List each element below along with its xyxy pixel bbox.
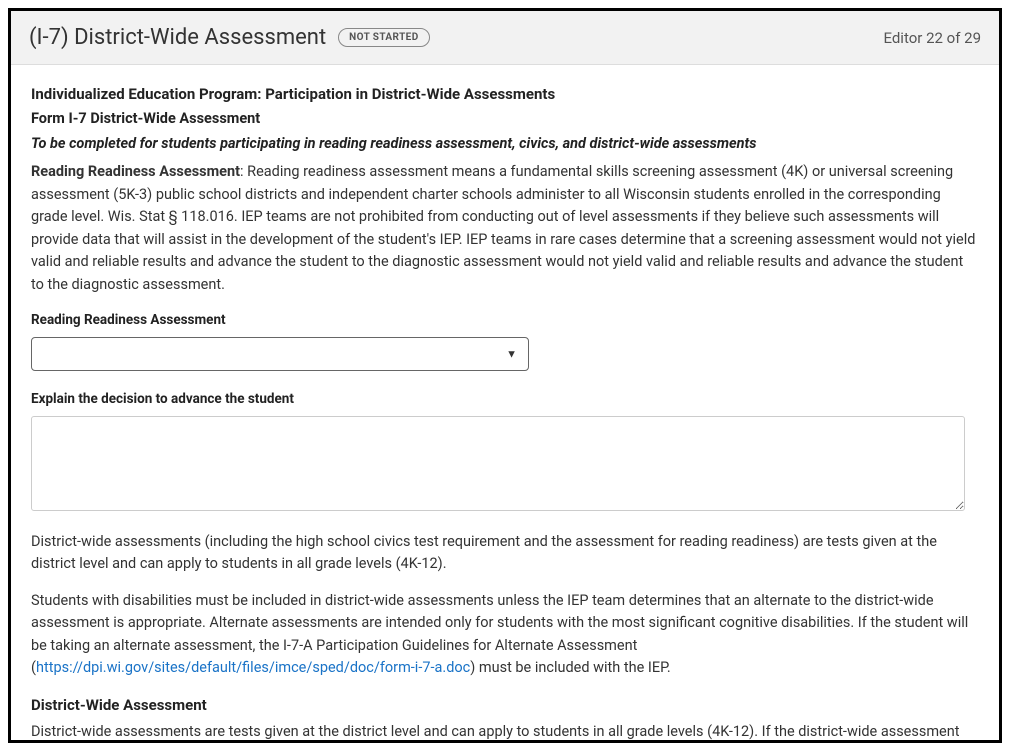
intro-note: To be completed for students participati… [31, 133, 979, 155]
page-title: (I-7) District-Wide Assessment [29, 25, 326, 50]
explain-textarea[interactable] [31, 416, 965, 511]
districtwide-p3: District-wide assessments are tests give… [31, 721, 979, 743]
editor-frame: (I-7) District-Wide Assessment NOT START… [8, 8, 1002, 743]
reading-readiness-body: : Reading readiness assessment means a f… [31, 163, 975, 292]
select-label: Reading Readiness Assessment [31, 310, 979, 331]
header-left: (I-7) District-Wide Assessment NOT START… [29, 25, 430, 50]
intro-heading-2: Form I-7 District-Wide Assessment [31, 108, 979, 130]
content-area: Individualized Education Program: Partic… [11, 65, 999, 743]
districtwide-p1: District-wide assessments (including the… [31, 531, 979, 576]
reading-readiness-select[interactable] [31, 337, 529, 371]
reading-readiness-lead: Reading Readiness Assessment [31, 163, 240, 180]
reading-readiness-paragraph: Reading Readiness Assessment: Reading re… [31, 161, 979, 296]
explain-label: Explain the decision to advance the stud… [31, 389, 979, 410]
editor-counter: Editor 22 of 29 [883, 29, 981, 47]
districtwide-p2-b: ) must be included with the IEP. [470, 659, 671, 676]
status-badge: NOT STARTED [338, 28, 429, 47]
districtwide-p2: Students with disabilities must be inclu… [31, 590, 979, 680]
reading-readiness-select-wrap: ▼ [31, 337, 529, 371]
header-bar: (I-7) District-Wide Assessment NOT START… [11, 11, 999, 65]
districtwide-heading: District-Wide Assessment [31, 694, 979, 717]
form-i7a-link[interactable]: https://dpi.wi.gov/sites/default/files/i… [36, 659, 470, 676]
intro-heading-1: Individualized Education Program: Partic… [31, 83, 979, 106]
